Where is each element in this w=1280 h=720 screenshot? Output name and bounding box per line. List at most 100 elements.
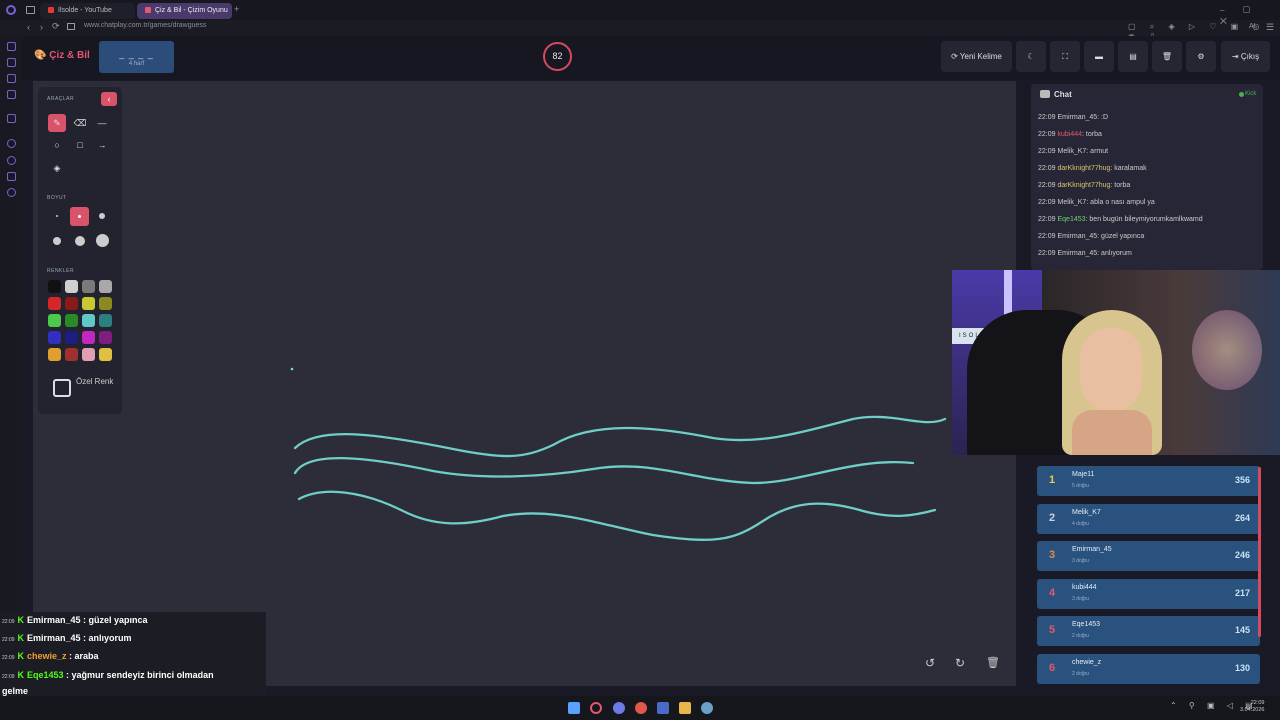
chat-user[interactable]: darKknight77hug (1057, 165, 1110, 172)
color-swatch[interactable] (99, 297, 112, 310)
size-option[interactable] (96, 234, 109, 247)
size-option[interactable] (99, 213, 105, 219)
color-swatch[interactable] (65, 348, 78, 361)
opera-logo-icon[interactable] (6, 5, 16, 15)
new-word-button[interactable]: ⟳ Yeni Kelime (941, 41, 1012, 72)
color-swatch[interactable] (65, 280, 78, 293)
size-option[interactable] (75, 236, 85, 246)
chat-user[interactable]: kubi444 (1057, 131, 1082, 138)
line-tool[interactable]: — (93, 114, 111, 132)
color-swatch[interactable] (65, 331, 78, 344)
exit-button[interactable]: ⇥ Çıkış (1221, 41, 1270, 72)
folder-taskbar-icon[interactable] (679, 702, 691, 714)
address-bar[interactable]: www.chatplay.com.tr/games/drawguess (84, 22, 206, 29)
home-icon[interactable] (67, 23, 75, 30)
overlay-chat-message: 22:09 K Emirman_45 : güzel yapınca (2, 615, 148, 625)
color-swatch[interactable] (99, 280, 112, 293)
chat-message: 22:09 Emirman_45: anlıyorum (1038, 250, 1132, 257)
opera-taskbar-icon[interactable] (590, 702, 602, 714)
exit-label: Çıkış (1240, 52, 1260, 61)
clock-time: 22:09 (1250, 700, 1265, 706)
undo-button[interactable]: ↺ (925, 656, 935, 670)
sidebar-app-icon[interactable] (7, 139, 16, 148)
color-swatch[interactable] (99, 348, 112, 361)
forward-icon[interactable]: › (40, 22, 43, 32)
sidebar-app-icon[interactable] (7, 58, 16, 67)
color-swatch[interactable] (48, 314, 61, 327)
color-swatch[interactable] (48, 280, 61, 293)
lb-correct-count: 5 doğru (1072, 483, 1089, 489)
arrow-tool[interactable]: → (93, 136, 111, 154)
color-swatch[interactable] (99, 314, 112, 327)
sidebar-app-icon[interactable] (7, 114, 16, 123)
chat-user[interactable]: Eqe1453 (1057, 216, 1085, 223)
color-swatch[interactable] (48, 297, 61, 310)
chrome-taskbar-icon[interactable] (635, 702, 647, 714)
sidebar-app-icon[interactable] (7, 42, 16, 51)
fill-tool[interactable]: ◈ (48, 159, 66, 177)
back-icon[interactable]: ‹ (27, 22, 30, 32)
redo-button[interactable]: ↻ (955, 656, 965, 670)
eraser-tool[interactable]: ⌫ (71, 114, 89, 132)
menu-icon[interactable]: ☰ (1266, 22, 1274, 33)
chat-user[interactable]: Emirman_45 (1057, 114, 1097, 121)
archive-button[interactable]: ▤ (1118, 41, 1148, 72)
drawing-canvas[interactable] (33, 81, 1016, 686)
rectangle-tool[interactable]: □ (71, 136, 89, 154)
discord-taskbar-icon[interactable] (613, 702, 625, 714)
chat-user[interactable]: Emirman_45 (1057, 233, 1097, 240)
sidebar-app-icon[interactable] (7, 90, 16, 99)
settings-button[interactable]: ⚙ (1186, 41, 1216, 72)
chat-user[interactable]: Emirman_45 (1057, 250, 1097, 257)
color-swatch[interactable] (65, 314, 78, 327)
color-swatch[interactable] (48, 331, 61, 344)
tab-youtube[interactable]: Ilsolde - YouTube (40, 3, 135, 19)
color-swatch[interactable] (82, 348, 95, 361)
sidebar-app-icon[interactable] (7, 156, 16, 165)
sidebar-app-icon[interactable] (7, 188, 16, 197)
color-swatch[interactable] (82, 314, 95, 327)
steam-taskbar-icon[interactable] (701, 702, 713, 714)
reload-icon[interactable]: ⟳ (52, 21, 60, 32)
leaderboard-scrollbar[interactable] (1258, 467, 1261, 637)
color-swatch[interactable] (82, 280, 95, 293)
lb-score: 264 (1234, 512, 1250, 523)
chat-user[interactable]: Melik_K7 (1057, 199, 1086, 206)
windows-start-icon[interactable] (568, 702, 580, 714)
dark-mode-button[interactable]: ☾ (1016, 41, 1046, 72)
app-logo[interactable]: 🎨 Çiz & Bil (34, 50, 90, 61)
kick-icon: K (17, 633, 25, 643)
size-option[interactable] (53, 237, 61, 245)
lb-score: 356 (1234, 475, 1250, 485)
clear-canvas-button[interactable]: 🗑 (986, 656, 1000, 669)
sidebar-app-icon[interactable] (7, 74, 16, 83)
chat-user[interactable]: darKknight77hug (1057, 182, 1110, 189)
chat-user[interactable]: Melik_K7 (1057, 148, 1086, 155)
keyboard-button[interactable]: ▬ (1084, 41, 1114, 72)
pencil-tool[interactable]: ✎ (48, 114, 66, 132)
size-option[interactable] (56, 215, 58, 217)
app-taskbar-icon[interactable] (657, 702, 669, 714)
color-swatch[interactable] (82, 331, 95, 344)
color-swatch[interactable] (65, 297, 78, 310)
tab-list-icon[interactable] (26, 6, 35, 14)
overlay-chat-text: : araba (66, 651, 99, 661)
taskbar-clock[interactable]: 22:09 3.04.2026 (1240, 700, 1264, 714)
color-swatch[interactable] (82, 297, 95, 310)
delete-button[interactable]: 🗑 (1152, 41, 1182, 72)
color-swatch[interactable] (99, 331, 112, 344)
trash-icon: 🗑 (1161, 52, 1173, 61)
sidebar-app-icon[interactable] (7, 172, 16, 181)
new-tab-button[interactable]: + (234, 4, 239, 14)
refresh-icon: ⟳ (951, 52, 958, 61)
circle-tool[interactable]: ○ (48, 136, 66, 154)
chat-text: : anlıyorum (1097, 250, 1132, 257)
tab-chatplay[interactable]: Çiz & Bil - Çizim Oyunu (137, 3, 232, 19)
chat-text: : güzel yapınca (1097, 233, 1145, 240)
custom-color-swatch[interactable] (53, 379, 71, 397)
chat-text: : karalamak (1110, 165, 1147, 172)
color-swatch[interactable] (48, 348, 61, 361)
ai-button[interactable]: AI (1249, 23, 1256, 30)
collapse-tools-button[interactable]: ‹ (101, 92, 117, 106)
fullscreen-button[interactable]: ⛶ (1050, 41, 1080, 72)
